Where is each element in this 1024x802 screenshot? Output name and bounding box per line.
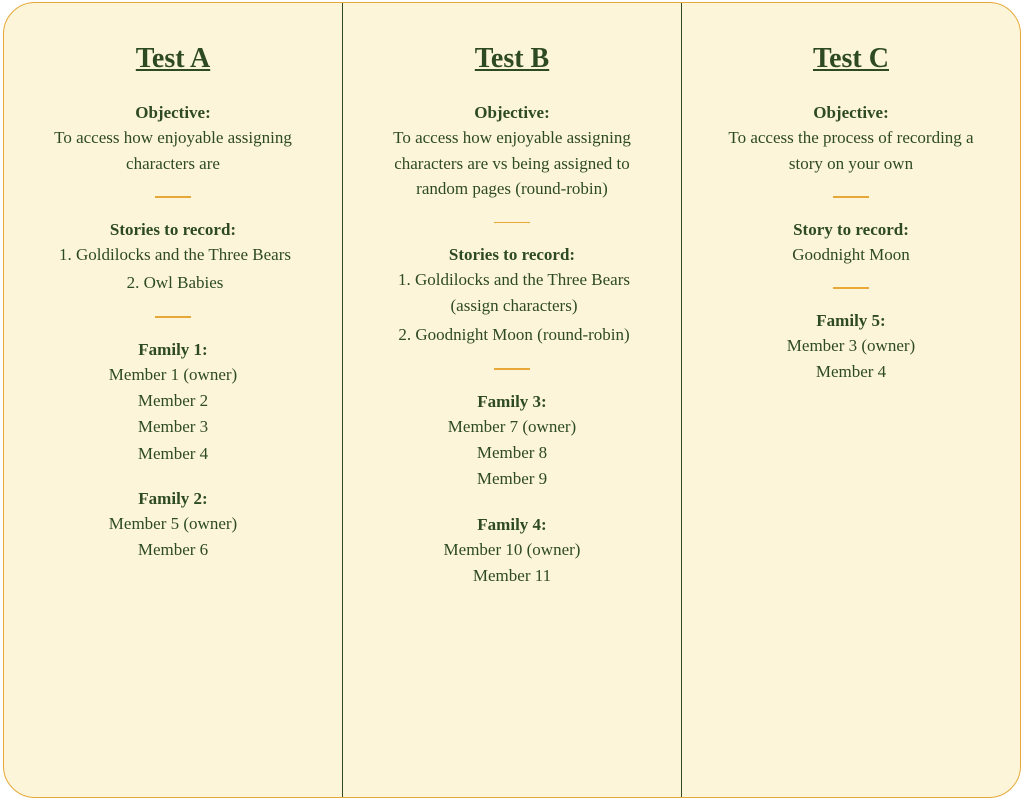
family-member: Member 8 xyxy=(371,440,653,466)
stories-list: Goldilocks and the Three Bears (assign c… xyxy=(371,267,653,348)
family-member: Member 4 xyxy=(32,441,314,467)
family-member: Member 11 xyxy=(371,563,653,589)
stories-label: Story to record: xyxy=(710,220,992,240)
family-member: Member 3 (owner) xyxy=(710,333,992,359)
divider xyxy=(494,368,530,370)
stories-list: Goldilocks and the Three Bears Owl Babie… xyxy=(32,242,314,297)
objective-label: Objective: xyxy=(710,103,992,123)
family-label: Family 2: xyxy=(32,489,314,509)
family-block: Family 4: Member 10 (owner) Member 11 xyxy=(371,515,653,590)
family-member: Member 4 xyxy=(710,359,992,385)
family-member: Member 3 xyxy=(32,414,314,440)
objective-label: Objective: xyxy=(32,103,314,123)
family-member: Member 10 (owner) xyxy=(371,537,653,563)
objective-text: To access the process of recording a sto… xyxy=(710,125,992,176)
test-column-a: Test A Objective: To access how enjoyabl… xyxy=(4,3,343,797)
story-item: Goodnight Moon (round-robin) xyxy=(371,322,653,348)
test-plan-container: Test A Objective: To access how enjoyabl… xyxy=(3,2,1021,798)
test-column-c: Test C Objective: To access the process … xyxy=(682,3,1020,797)
objective-text: To access how enjoyable assigning charac… xyxy=(32,125,314,176)
divider xyxy=(833,287,869,289)
test-column-b: Test B Objective: To access how enjoyabl… xyxy=(343,3,682,797)
family-block: Family 1: Member 1 (owner) Member 2 Memb… xyxy=(32,340,314,467)
test-b-title: Test B xyxy=(371,43,653,75)
divider xyxy=(833,196,869,198)
family-label: Family 1: xyxy=(32,340,314,360)
family-member: Member 1 (owner) xyxy=(32,362,314,388)
family-member: Member 2 xyxy=(32,388,314,414)
story-item: Goldilocks and the Three Bears (assign c… xyxy=(371,267,653,320)
test-a-title: Test A xyxy=(32,43,314,75)
family-block: Family 2: Member 5 (owner) Member 6 xyxy=(32,489,314,564)
objective-text: To access how enjoyable assigning charac… xyxy=(371,125,653,202)
family-block: Family 5: Member 3 (owner) Member 4 xyxy=(710,311,992,386)
story-single: Goodnight Moon xyxy=(710,242,992,268)
story-item: Goldilocks and the Three Bears xyxy=(32,242,314,268)
stories-label: Stories to record: xyxy=(32,220,314,240)
family-member: Member 9 xyxy=(371,466,653,492)
family-label: Family 5: xyxy=(710,311,992,331)
test-c-title: Test C xyxy=(710,43,992,75)
family-label: Family 3: xyxy=(371,392,653,412)
divider xyxy=(494,222,530,224)
family-block: Family 3: Member 7 (owner) Member 8 Memb… xyxy=(371,392,653,493)
objective-label: Objective: xyxy=(371,103,653,123)
family-member: Member 6 xyxy=(32,537,314,563)
divider xyxy=(155,196,191,198)
story-item: Owl Babies xyxy=(32,270,314,296)
family-member: Member 7 (owner) xyxy=(371,414,653,440)
family-label: Family 4: xyxy=(371,515,653,535)
stories-label: Stories to record: xyxy=(371,245,653,265)
divider xyxy=(155,316,191,318)
family-member: Member 5 (owner) xyxy=(32,511,314,537)
